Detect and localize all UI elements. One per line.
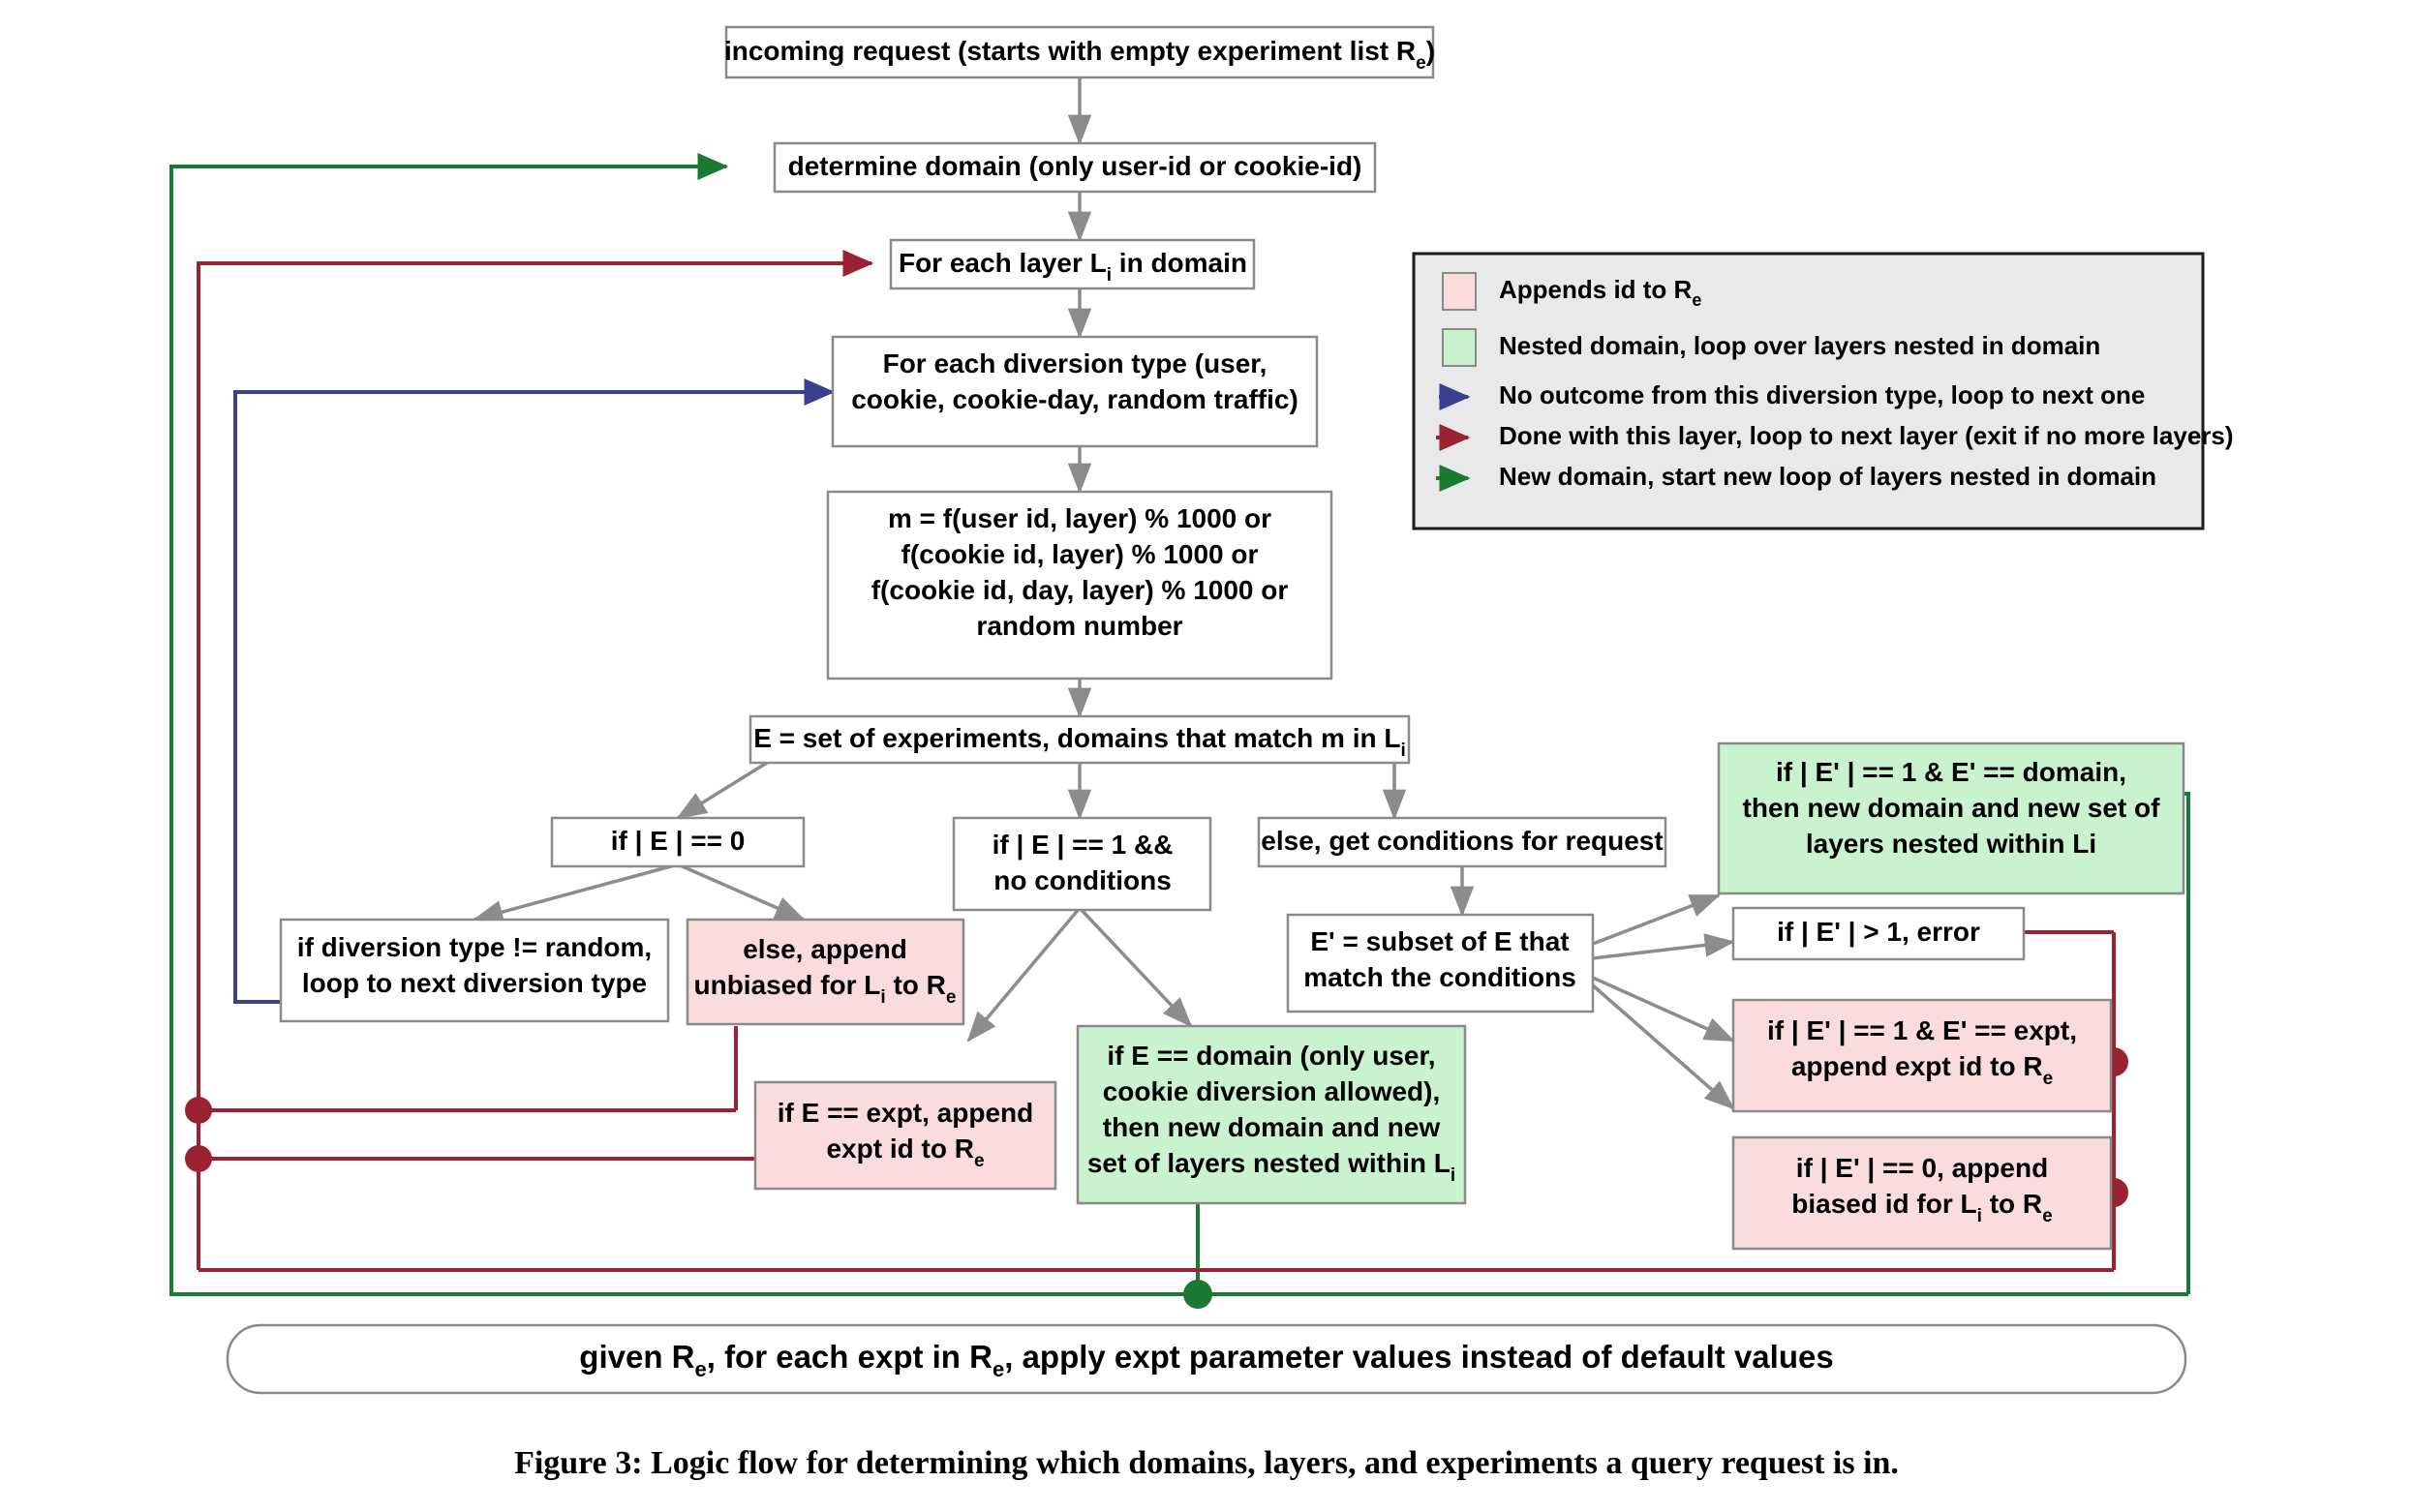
legend: Appends id to Re Nested domain, loop ove… — [1412, 252, 2234, 530]
node-if-e-zero: if | E | == 0 — [550, 816, 806, 868]
node-if-e-domain: if E == domain (only user, cookie diversi… — [1076, 1024, 1467, 1205]
link-blue-next-diversion — [233, 378, 836, 1004]
node-else-get-conditions-label: else, get conditions for request — [1261, 826, 1663, 856]
node-if-eprime-one-expt: if | E' | == 1 & E' == expt, append expt … — [1731, 998, 2113, 1113]
node-e-set: E = set of experiments, domains that mat… — [748, 714, 1411, 765]
node-else-append-unbiased: else, append unbiased for Li to Re — [686, 918, 965, 1026]
figure-3-flowchart: incoming request (starts with empty expe… — [0, 0, 2413, 1512]
flowchart-canvas: incoming request (starts with empty expe… — [169, 25, 2234, 1481]
junction-dot-green — [1183, 1280, 1212, 1309]
legend-label-2: No outcome from this diversion type, loo… — [1499, 380, 2145, 409]
node-if-eprime-zero-label: if | E' | == 0, append biased id for Li t… — [1791, 1153, 2052, 1225]
node-incoming-request: incoming request (starts with empty expe… — [724, 25, 1435, 79]
node-if-eprime-gt-one-error: if | E' | > 1, error — [1731, 906, 2026, 961]
node-if-diversion-not-random: if diversion type != random, loop to next… — [279, 918, 670, 1023]
node-determine-domain-label: determine domain (only user-id or cookie… — [788, 151, 1362, 181]
node-if-eprime-zero: if | E' | == 0, append biased id for Li t… — [1731, 1135, 2113, 1251]
legend-label-3: Done with this layer, loop to next layer… — [1499, 421, 2234, 450]
node-else-get-conditions: else, get conditions for request — [1257, 816, 1667, 868]
figure-caption: Figure 3: Logic flow for determining whi… — [514, 1445, 1899, 1481]
legend-swatch-green-icon — [1442, 328, 1477, 367]
junction-dot-red-1 — [185, 1097, 212, 1124]
node-determine-domain: determine domain (only user-id or cookie… — [773, 141, 1377, 194]
node-if-eprime-one-expt-label: if | E' | == 1 & E' == expt, append expt … — [1767, 1015, 2077, 1088]
junction-dot-red-2 — [185, 1145, 212, 1172]
node-if-eprime-one-domain: if | E' | == 1 & E' == domain, then new d… — [1717, 741, 2185, 895]
node-for-each-layer: For each layer Li in domain — [889, 238, 1256, 290]
node-if-e-one-no-conditions: if | E | == 1 && no conditions — [952, 816, 1212, 912]
node-final-apply: given Re, for each expt in Re, apply exp… — [226, 1323, 2187, 1395]
legend-swatch-pink-icon — [1442, 272, 1477, 311]
node-if-eprime-gt-one-error-label: if | E' | > 1, error — [1777, 917, 1980, 947]
legend-label-4: New domain, start new loop of layers nes… — [1499, 462, 2156, 491]
node-if-e-domain-label: if E == domain (only user, cookie diversi… — [1087, 1041, 1455, 1185]
node-modulus-formula: m = f(user id, layer) % 1000 or f(cookie … — [826, 490, 1333, 680]
node-for-each-diversion-type: For each diversion type (user, cookie, co… — [831, 335, 1319, 448]
node-if-e-zero-label: if | E | == 0 — [611, 826, 746, 856]
node-eprime-subset: E' = subset of E that match the condition… — [1286, 913, 1595, 1013]
node-if-e-expt: if E == expt, append expt id to Re — [753, 1080, 1057, 1191]
legend-label-1: Nested domain, loop over layers nested i… — [1499, 331, 2100, 360]
